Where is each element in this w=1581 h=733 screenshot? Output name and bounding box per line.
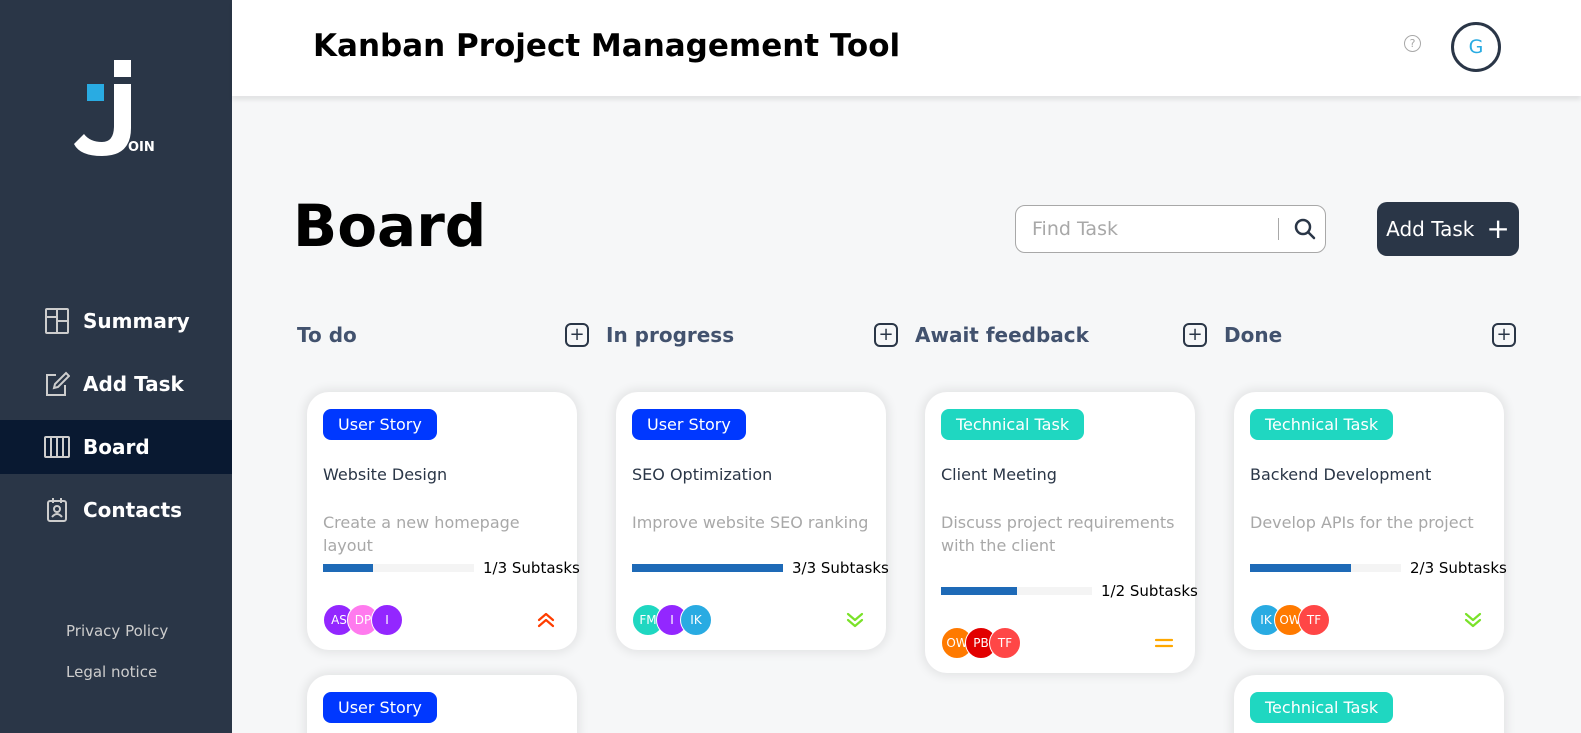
- category-badge: User Story: [323, 409, 437, 440]
- sidebar-item-label: Summary: [83, 309, 190, 333]
- column-header-todo: To do +: [297, 320, 589, 350]
- priority-urgent-icon: [535, 611, 557, 629]
- assignee-list: OW PB TF: [941, 627, 1021, 659]
- progress-fill: [632, 564, 783, 572]
- sidebar: OIN Summary Add Task Board Contacts Priv…: [0, 0, 232, 733]
- task-title: Backend Development: [1250, 465, 1432, 484]
- column-add-button[interactable]: +: [1183, 323, 1207, 347]
- column-title: Await feedback: [915, 323, 1089, 347]
- sidebar-item-summary[interactable]: Summary: [0, 294, 232, 348]
- sidebar-nav: Summary Add Task Board Contacts: [0, 294, 232, 546]
- task-card[interactable]: User Story SEO Optimization Improve webs…: [616, 392, 889, 650]
- assignee-avatar: IK: [680, 604, 712, 636]
- task-title: Client Meeting: [941, 465, 1057, 484]
- user-avatar[interactable]: G: [1451, 22, 1501, 72]
- sidebar-item-label: Contacts: [83, 498, 183, 522]
- add-task-button-label: Add Task: [1386, 217, 1475, 241]
- board-title: Board: [293, 192, 487, 260]
- category-badge: Technical Task: [941, 409, 1085, 440]
- progress-fill: [941, 587, 1017, 595]
- category-badge: User Story: [323, 692, 437, 723]
- column-add-button[interactable]: +: [1492, 323, 1516, 347]
- sidebar-item-add-task[interactable]: Add Task: [0, 357, 232, 411]
- subtask-count: 1/3 Subtasks: [483, 559, 580, 577]
- sidebar-item-label: Board: [83, 435, 150, 459]
- assignee-avatar: I: [371, 604, 403, 636]
- subtask-progress-bar: [941, 587, 1092, 595]
- column-title: To do: [297, 323, 357, 347]
- add-task-button[interactable]: Add Task +: [1377, 202, 1519, 256]
- priority-medium-icon: [1153, 634, 1175, 652]
- sidebar-item-label: Add Task: [83, 372, 184, 396]
- priority-low-icon: [1462, 611, 1484, 629]
- subtask-count: 1/2 Subtasks: [1101, 582, 1198, 600]
- category-badge: Technical Task: [1250, 409, 1394, 440]
- summary-icon: [44, 308, 70, 334]
- category-badge: Technical Task: [1250, 692, 1394, 723]
- legal-notice-link[interactable]: Legal notice: [66, 663, 157, 681]
- subtask-progress-bar: [632, 564, 783, 572]
- subtask-progress-bar: [323, 564, 474, 572]
- assignee-list: IK OW TF: [1250, 604, 1330, 636]
- task-description: Improve website SEO ranking: [632, 513, 869, 532]
- contacts-icon: [44, 497, 70, 523]
- category-badge: User Story: [632, 409, 746, 440]
- page-title: Kanban Project Management Tool: [313, 28, 901, 64]
- progress-fill: [1250, 564, 1351, 572]
- column-header-await-feedback: Await feedback +: [915, 320, 1207, 350]
- column-header-done: Done +: [1224, 320, 1516, 350]
- column-header-in-progress: In progress +: [606, 320, 898, 350]
- column-title: In progress: [606, 323, 735, 347]
- task-title: SEO Optimization: [632, 465, 773, 484]
- board-icon: [44, 434, 70, 460]
- search-input[interactable]: [1032, 218, 1272, 240]
- help-icon[interactable]: ?: [1404, 35, 1421, 52]
- column-add-button[interactable]: +: [565, 323, 589, 347]
- task-card[interactable]: Technical Task: [1234, 675, 1504, 733]
- header: Kanban Project Management Tool ? G: [232, 0, 1581, 96]
- search-icon[interactable]: [1293, 217, 1317, 241]
- sidebar-item-contacts[interactable]: Contacts: [0, 483, 232, 537]
- plus-icon: +: [1486, 212, 1510, 245]
- subtask-progress-bar: [1250, 564, 1401, 572]
- add-task-icon: [44, 371, 70, 397]
- progress-fill: [323, 564, 374, 572]
- subtask-count: 2/3 Subtasks: [1410, 559, 1507, 577]
- task-card[interactable]: User Story: [307, 675, 577, 733]
- assignee-avatar: TF: [989, 627, 1021, 659]
- assignee-avatar: TF: [1298, 604, 1330, 636]
- assignee-list: AS DP I: [323, 604, 403, 636]
- subtask-count: 3/3 Subtasks: [792, 559, 889, 577]
- search-box: [1015, 205, 1326, 253]
- task-card[interactable]: Technical Task Backend Development Devel…: [1234, 392, 1507, 650]
- task-description: Discuss project requirements with the cl…: [941, 513, 1175, 555]
- priority-low-icon: [844, 611, 866, 629]
- task-card[interactable]: Technical Task Client Meeting Discuss pr…: [925, 392, 1198, 673]
- task-description: Develop APIs for the project: [1250, 513, 1474, 532]
- search-divider: [1278, 218, 1279, 240]
- logo-text: OIN: [128, 140, 155, 155]
- sidebar-item-board[interactable]: Board: [0, 420, 232, 474]
- task-title: Website Design: [323, 465, 448, 484]
- privacy-policy-link[interactable]: Privacy Policy: [66, 622, 168, 640]
- task-card[interactable]: User Story Website Design Create a new h…: [307, 392, 580, 650]
- column-title: Done: [1224, 323, 1283, 347]
- assignee-list: FM I IK: [632, 604, 712, 636]
- task-description: Create a new homepage layout: [323, 513, 520, 555]
- join-logo[interactable]: OIN: [72, 58, 162, 158]
- column-add-button[interactable]: +: [874, 323, 898, 347]
